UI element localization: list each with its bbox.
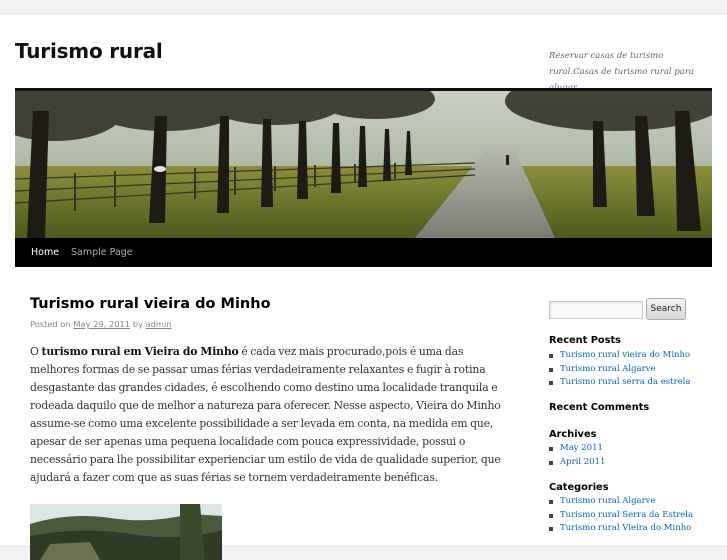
bullet-icon (549, 447, 553, 451)
list-item: May 2011 (549, 442, 605, 456)
archives-title: Archives (549, 429, 597, 440)
recent-post-link[interactable]: Turismo rural serra da estrela (560, 377, 690, 387)
page: Turismo rural Reservar casas de turismo … (0, 15, 727, 560)
search-input[interactable] (549, 301, 643, 319)
recent-post-link[interactable]: Turismo rural Algarve (560, 364, 656, 374)
category-link[interactable]: Turismo rural Serra da Estrela (560, 510, 693, 520)
category-link[interactable]: Turismo rural Algarve (560, 496, 656, 506)
list-item: Turismo rural Algarve (549, 363, 690, 377)
header-banner-image (15, 91, 712, 238)
bullet-icon (549, 527, 553, 531)
list-item: Turismo rural vieira do Minho (549, 349, 690, 363)
post-content: O turismo rural em Vieira do Minho é cad… (30, 343, 505, 487)
categories-list: Turismo rural Algarve Turismo rural Serr… (549, 495, 693, 536)
bullet-icon (549, 354, 553, 358)
nav-item-sample-page[interactable]: Sample Page (71, 238, 133, 267)
bullet-icon (549, 513, 553, 518)
post-date-link[interactable]: May 29, 2011 (73, 319, 130, 329)
archive-link[interactable]: May 2011 (560, 443, 603, 453)
post-text: é cada vez mais procurado,pois é uma das… (30, 345, 501, 484)
post-image (30, 504, 222, 560)
post-meta: Posted on May 29, 2011 by admin (30, 319, 172, 329)
list-item: Turismo rural Vieira do Minho (549, 522, 693, 536)
bullet-icon (549, 367, 553, 372)
categories-title: Categories (549, 482, 609, 493)
posted-on-label: Posted on (30, 319, 71, 329)
archives-list: May 2011 April 2011 (549, 442, 605, 469)
list-item: Turismo rural Serra da Estrela (549, 509, 693, 523)
search-button[interactable]: Search (646, 298, 686, 320)
nav-item-home[interactable]: Home (31, 238, 59, 267)
recent-posts-list: Turismo rural vieira do Minho Turismo ru… (549, 349, 690, 390)
list-item: April 2011 (549, 456, 605, 470)
site-title[interactable]: Turismo rural (15, 39, 163, 63)
post-author-link[interactable]: admin (146, 319, 172, 329)
main-navigation: Home Sample Page (15, 238, 712, 267)
bullet-icon (549, 500, 553, 504)
list-item: Turismo rural Algarve (549, 495, 693, 509)
post-keyword: turismo rural em Vieira do Minho (41, 345, 239, 358)
archive-link[interactable]: April 2011 (560, 457, 605, 467)
bullet-icon (549, 460, 553, 465)
recent-posts-title: Recent Posts (549, 335, 621, 346)
post-title[interactable]: Turismo rural vieira do Minho (30, 296, 271, 312)
recent-comments-title: Recent Comments (549, 402, 650, 413)
by-label: by (132, 319, 143, 329)
recent-post-link[interactable]: Turismo rural vieira do Minho (560, 350, 690, 360)
bullet-icon (549, 381, 553, 385)
post-intro: O (30, 345, 39, 358)
list-item: Turismo rural serra da estrela (549, 376, 690, 390)
category-link[interactable]: Turismo rural Vieira do Minho (560, 523, 691, 533)
